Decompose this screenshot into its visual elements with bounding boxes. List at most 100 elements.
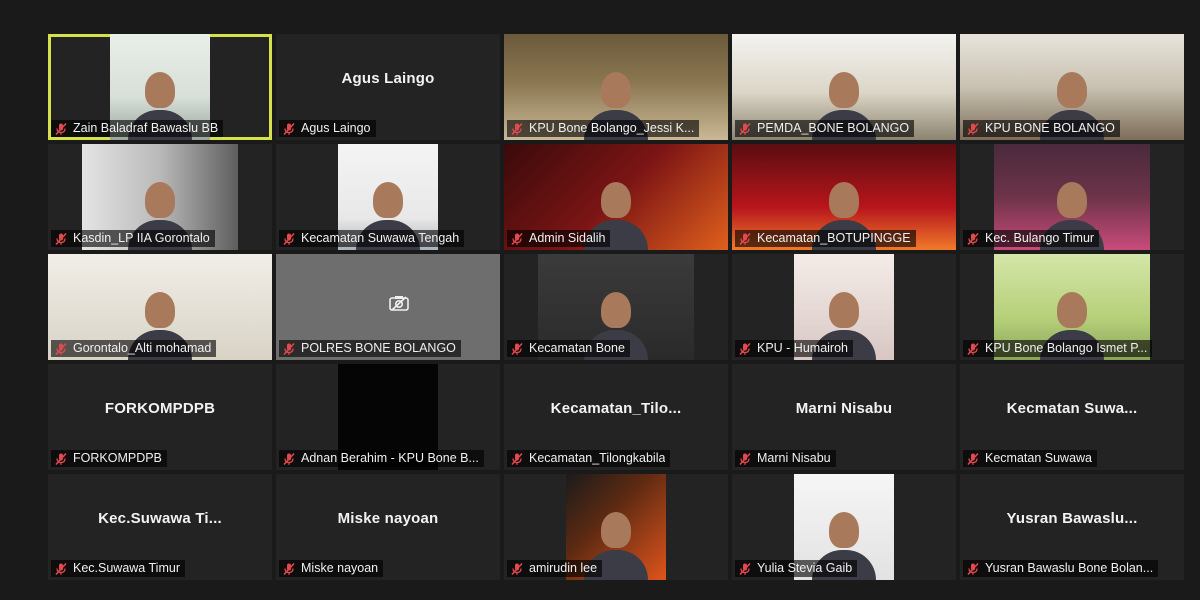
- participant-name-text: Kasdin_LP IIA Gorontalo: [73, 231, 210, 245]
- participant-tile[interactable]: Kecamatan_BOTUPINGGE: [732, 144, 956, 250]
- muted-mic-icon: [283, 452, 295, 465]
- participant-tile[interactable]: Kec.Suwawa Ti... Kec.Suwawa Timur: [48, 474, 272, 580]
- participant-name-label: PEMDA_BONE BOLANGO: [735, 120, 915, 137]
- participant-name-text: Adnan Berahim - KPU Bone B...: [301, 451, 479, 465]
- participant-name-text: KPU - Humairoh: [757, 341, 848, 355]
- participant-name-label: Yusran Bawaslu Bone Bolan...: [963, 560, 1159, 577]
- participant-name-text: Admin Sidalih: [529, 231, 606, 245]
- muted-mic-icon: [511, 232, 523, 245]
- participant-tile[interactable]: KPU Bone Bolango Ismet P...: [960, 254, 1184, 360]
- participant-tile[interactable]: Kecamatan Suwawa Tengah: [276, 144, 500, 250]
- muted-mic-icon: [55, 562, 67, 575]
- participant-name-text: Agus Laingo: [301, 121, 371, 135]
- participant-name-text: POLRES BONE BOLANGO: [301, 341, 456, 355]
- participant-face: [829, 292, 859, 328]
- participant-tile[interactable]: Admin Sidalih: [504, 144, 728, 250]
- participant-name-label: Admin Sidalih: [507, 230, 611, 247]
- muted-mic-icon: [739, 232, 751, 245]
- participant-name-label: Agus Laingo: [279, 120, 376, 137]
- participant-name-label: Kecamatan_BOTUPINGGE: [735, 230, 916, 247]
- muted-mic-icon: [511, 562, 523, 575]
- participant-name-label: Zain Baladraf Bawaslu BB: [51, 120, 224, 137]
- muted-mic-icon: [55, 452, 67, 465]
- muted-mic-icon: [283, 342, 295, 355]
- participant-face: [1057, 182, 1087, 218]
- participant-tile[interactable]: Agus Laingo Agus Laingo: [276, 34, 500, 140]
- participant-tile[interactable]: Kasdin_LP IIA Gorontalo: [48, 144, 272, 250]
- participant-name-label: KPU - Humairoh: [735, 340, 853, 357]
- participant-tile[interactable]: PEMDA_BONE BOLANGO: [732, 34, 956, 140]
- participant-face: [829, 182, 859, 218]
- participant-tile[interactable]: amirudin lee: [504, 474, 728, 580]
- participant-face: [373, 182, 403, 218]
- participant-tile[interactable]: Kecamatan Bone: [504, 254, 728, 360]
- participant-name-label: FORKOMPDPB: [51, 450, 167, 467]
- participant-tile[interactable]: KPU BONE BOLANGO: [960, 34, 1184, 140]
- participant-face: [1057, 292, 1087, 328]
- muted-mic-icon: [283, 562, 295, 575]
- participant-name-text: Kec.Suwawa Timur: [73, 561, 180, 575]
- participant-tile[interactable]: Gorontalo_Alti mohamad: [48, 254, 272, 360]
- participant-name-label: Gorontalo_Alti mohamad: [51, 340, 217, 357]
- participant-name-text: Yusran Bawaslu Bone Bolan...: [985, 561, 1154, 575]
- participant-name-label: amirudin lee: [507, 560, 603, 577]
- participant-name-text: Kecamatan_Tilongkabila: [529, 451, 666, 465]
- muted-mic-icon: [739, 562, 751, 575]
- participant-name-text: Zain Baladraf Bawaslu BB: [73, 121, 219, 135]
- participant-name-text: PEMDA_BONE BOLANGO: [757, 121, 910, 135]
- participant-name-text: KPU Bone Bolango Ismet P...: [985, 341, 1148, 355]
- participant-name-label: Kec. Bulango Timur: [963, 230, 1100, 247]
- muted-mic-icon: [283, 122, 295, 135]
- muted-mic-icon: [967, 562, 979, 575]
- muted-mic-icon: [739, 452, 751, 465]
- muted-mic-icon: [511, 342, 523, 355]
- participant-name-text: Gorontalo_Alti mohamad: [73, 341, 212, 355]
- participant-name-label: KPU Bone Bolango_Jessi K...: [507, 120, 700, 137]
- camera-off-icon: [389, 296, 409, 311]
- participant-name-text: amirudin lee: [529, 561, 598, 575]
- participant-tile[interactable]: Marni Nisabu Marni Nisabu: [732, 364, 956, 470]
- participant-tile[interactable]: Miske nayoan Miske nayoan: [276, 474, 500, 580]
- participant-name-text: Yulia Stevia Gaib: [757, 561, 853, 575]
- participant-display-name: Yusran Bawaslu...: [1006, 510, 1138, 527]
- participant-name-text: FORKOMPDPB: [73, 451, 162, 465]
- participant-tile[interactable]: Adnan Berahim - KPU Bone B...: [276, 364, 500, 470]
- participant-tile-active-speaker[interactable]: Zain Baladraf Bawaslu BB: [48, 34, 272, 140]
- participant-tile[interactable]: POLRES BONE BOLANGO: [276, 254, 500, 360]
- participant-display-name: Kec.Suwawa Ti...: [98, 510, 222, 527]
- participant-name-label: Kec.Suwawa Timur: [51, 560, 185, 577]
- participant-display-name: Kecamatan_Tilo...: [550, 400, 682, 417]
- participant-name-text: KPU Bone Bolango_Jessi K...: [529, 121, 695, 135]
- participant-tile[interactable]: Kec. Bulango Timur: [960, 144, 1184, 250]
- participant-face: [601, 512, 631, 548]
- muted-mic-icon: [55, 342, 67, 355]
- participant-name-text: Kecamatan_BOTUPINGGE: [757, 231, 911, 245]
- participant-display-name: Agus Laingo: [341, 70, 435, 87]
- participant-tile[interactable]: KPU Bone Bolango_Jessi K...: [504, 34, 728, 140]
- participant-name-text: Miske nayoan: [301, 561, 379, 575]
- participant-face: [601, 182, 631, 218]
- participant-name-label: Kecamatan_Tilongkabila: [507, 450, 671, 467]
- participant-name-text: Kecamatan Suwawa Tengah: [301, 231, 460, 245]
- participant-name-text: Kec. Bulango Timur: [985, 231, 1095, 245]
- participant-name-label: Kasdin_LP IIA Gorontalo: [51, 230, 215, 247]
- participant-tile[interactable]: Yulia Stevia Gaib: [732, 474, 956, 580]
- muted-mic-icon: [511, 452, 523, 465]
- participant-tile[interactable]: Kecmatan Suwa... Kecmatan Suwawa: [960, 364, 1184, 470]
- participant-tile[interactable]: Yusran Bawaslu... Yusran Bawaslu Bone Bol…: [960, 474, 1184, 580]
- participant-face: [829, 512, 859, 548]
- participant-tile[interactable]: FORKOMPDPB FORKOMPDPB: [48, 364, 272, 470]
- muted-mic-icon: [55, 122, 67, 135]
- participant-tile[interactable]: Kecamatan_Tilo... Kecamatan_Tilongkabila: [504, 364, 728, 470]
- participant-display-name: Marni Nisabu: [795, 400, 893, 417]
- muted-mic-icon: [967, 452, 979, 465]
- muted-mic-icon: [739, 342, 751, 355]
- muted-mic-icon: [511, 122, 523, 135]
- muted-mic-icon: [283, 232, 295, 245]
- gallery-view: Zain Baladraf Bawaslu BB Agus Laingo Agus …: [0, 0, 1200, 600]
- participant-display-name: FORKOMPDPB: [104, 400, 216, 417]
- participant-tile[interactable]: KPU - Humairoh: [732, 254, 956, 360]
- participant-name-label: Miske nayoan: [279, 560, 384, 577]
- participant-name-text: Marni Nisabu: [757, 451, 831, 465]
- participant-name-label: Kecamatan Bone: [507, 340, 630, 357]
